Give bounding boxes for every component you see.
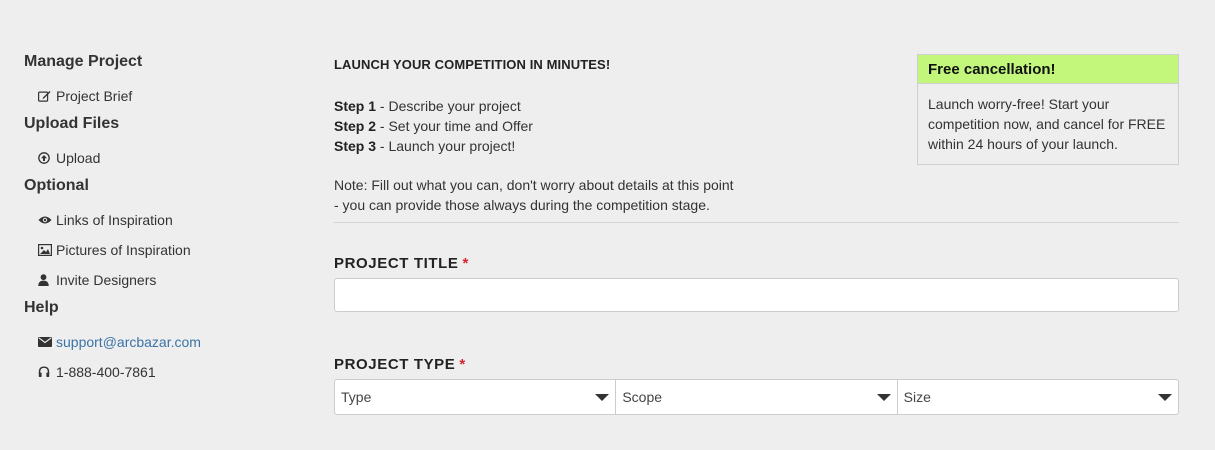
caret-down-icon	[1157, 394, 1172, 401]
envelope-icon	[38, 335, 53, 349]
type-select[interactable]: Type	[335, 380, 617, 414]
size-select[interactable]: Size	[898, 380, 1178, 414]
sidebar-item-label: Project Brief	[56, 88, 133, 104]
scope-select[interactable]: Scope	[616, 380, 898, 414]
user-icon	[38, 273, 53, 287]
sidebar-item-email[interactable]: support@arcbazar.com	[24, 332, 284, 352]
headphones-icon	[38, 365, 53, 379]
sidebar-item-pictures-of-inspiration[interactable]: Pictures of Inspiration	[24, 240, 284, 260]
step-text: - Set your time and Offer	[376, 118, 533, 134]
sidebar-heading-upload: Upload Files	[24, 115, 120, 132]
sidebar-item-project-brief[interactable]: Project Brief	[24, 86, 284, 106]
sidebar-item-links-of-inspiration[interactable]: Links of Inspiration	[24, 210, 284, 230]
step-item: Step 3 - Launch your project!	[334, 136, 533, 156]
upload-circle-icon	[38, 151, 53, 165]
caret-down-icon	[876, 394, 891, 401]
sidebar-heading-help: Help	[24, 299, 59, 316]
support-phone: 1-888-400-7861	[56, 364, 156, 380]
edit-icon	[38, 89, 53, 103]
step-label: Step 2	[334, 118, 377, 134]
project-type-selects: Type Scope Size	[334, 379, 1179, 415]
sidebar-item-label: Invite Designers	[56, 272, 157, 288]
step-label: Step 3	[334, 138, 377, 154]
sidebar-heading-optional: Optional	[24, 177, 89, 194]
size-select-value: Size	[903, 389, 931, 405]
promo-heading: Free cancellation!	[918, 55, 1178, 84]
project-type-label: PROJECT TYPE *	[334, 356, 466, 373]
step-label: Step 1	[334, 98, 377, 114]
project-title-label-text: PROJECT TITLE	[334, 255, 459, 272]
caret-down-icon	[595, 394, 610, 401]
required-mark: *	[459, 356, 466, 373]
project-type-label-text: PROJECT TYPE	[334, 356, 456, 373]
sidebar-heading-manage: Manage Project	[24, 53, 143, 70]
sidebar-item-phone: 1-888-400-7861	[24, 362, 284, 382]
steps-list: Step 1 - Describe your project Step 2 - …	[334, 96, 533, 156]
sidebar-item-upload[interactable]: Upload	[24, 148, 284, 168]
project-title-label: PROJECT TITLE *	[334, 255, 469, 272]
intro-title: LAUNCH YOUR COMPETITION IN MINUTES!	[334, 57, 611, 72]
required-mark: *	[462, 255, 469, 272]
free-cancellation-panel: Free cancellation! Launch worry-free! St…	[917, 54, 1179, 165]
section-divider	[334, 222, 1179, 223]
sidebar: Manage Project Project Brief Upload File…	[24, 52, 284, 382]
type-select-value: Type	[341, 389, 372, 405]
promo-body: Launch worry-free! Start your competitio…	[928, 96, 1166, 152]
step-text: - Launch your project!	[376, 138, 516, 154]
sidebar-item-label: Pictures of Inspiration	[56, 242, 191, 258]
sidebar-item-invite-designers[interactable]: Invite Designers	[24, 270, 284, 290]
sidebar-item-label: Upload	[56, 150, 101, 166]
step-item: Step 2 - Set your time and Offer	[334, 116, 533, 136]
picture-icon	[38, 243, 53, 257]
eye-icon	[38, 213, 53, 227]
project-title-input[interactable]	[334, 278, 1179, 312]
support-email-link[interactable]: support@arcbazar.com	[56, 332, 201, 352]
intro-note: Note: Fill out what you can, don't worry…	[334, 175, 734, 215]
step-item: Step 1 - Describe your project	[334, 96, 533, 116]
note-line-1: Note: Fill out what you can, don't worry…	[334, 177, 734, 193]
sidebar-item-label: Links of Inspiration	[56, 212, 173, 228]
step-text: - Describe your project	[376, 98, 521, 114]
note-line-2: - you can provide those always during th…	[334, 197, 710, 213]
scope-select-value: Scope	[622, 389, 663, 405]
